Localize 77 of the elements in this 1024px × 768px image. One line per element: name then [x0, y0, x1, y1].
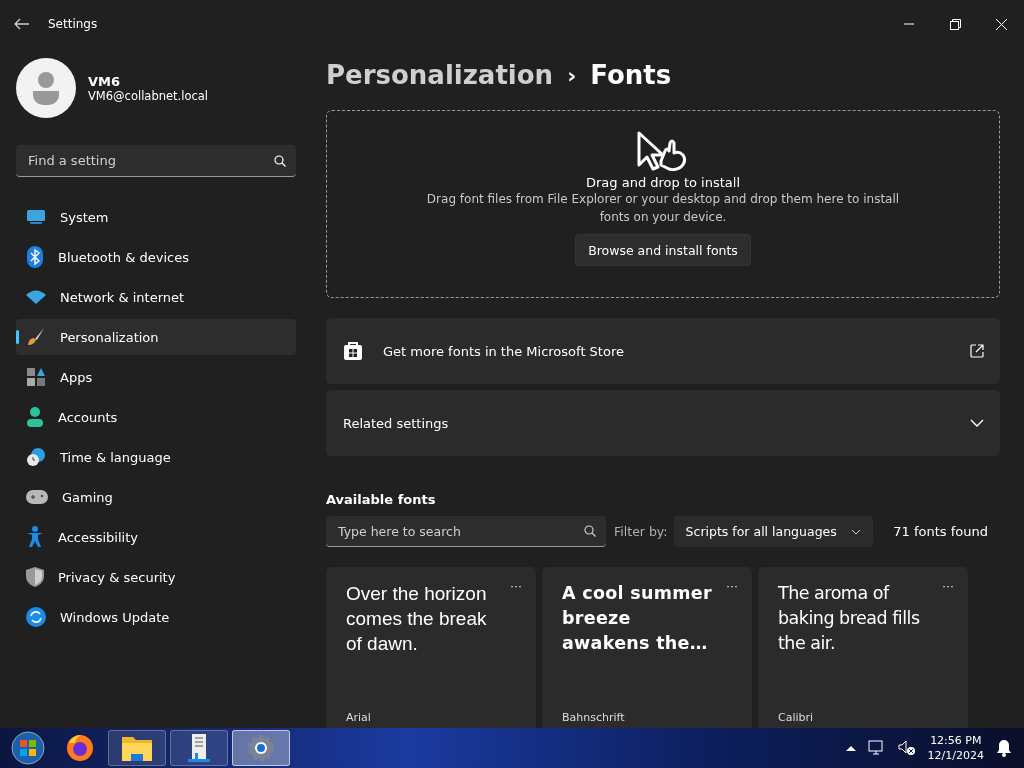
font-name: Bahnschrift	[562, 711, 626, 724]
dropzone-title: Drag and drop to install	[585, 175, 740, 190]
external-link-icon	[970, 344, 984, 358]
more-button[interactable]: ···	[506, 577, 526, 595]
nav-item[interactable]: Privacy & security	[16, 559, 296, 595]
globe-clock-icon	[26, 447, 46, 467]
nav-item[interactable]: Personalization	[16, 319, 296, 355]
accessibility-icon	[26, 526, 44, 548]
back-arrow-icon[interactable]	[14, 18, 30, 30]
font-card[interactable]: The aroma of baking bread fills the air. ··· Calibri	[758, 567, 968, 728]
breadcrumb-separator: ›	[567, 62, 577, 88]
update-icon	[26, 607, 46, 627]
more-button[interactable]: ···	[722, 577, 742, 595]
filter-dropdown[interactable]: Scripts for all languages	[673, 516, 873, 547]
volume-muted-icon[interactable]	[897, 740, 916, 756]
section-heading: Available fonts	[326, 492, 437, 507]
font-sample: A cool summer breeze awakens the…	[562, 582, 713, 655]
gamepad-icon	[26, 490, 48, 504]
nav-item[interactable]: Accessibility	[16, 519, 296, 555]
store-link-card[interactable]: Get more fonts in the Microsoft Store	[326, 318, 1000, 384]
nav-item[interactable]: Bluetooth & devices	[16, 239, 296, 275]
avatar	[16, 58, 76, 118]
search-input[interactable]: Type here to search	[336, 522, 584, 540]
chevron-down-icon	[850, 528, 861, 535]
font-card[interactable]: Over the horizon comes the break of dawn. ··· Arial	[326, 567, 536, 728]
font-search-field[interactable]: Type here to search	[326, 516, 606, 547]
shield-icon	[26, 567, 44, 587]
folder-icon	[121, 734, 153, 762]
close-icon	[995, 18, 1007, 30]
network-icon[interactable]	[867, 740, 886, 756]
start-button[interactable]	[11, 731, 45, 765]
brush-icon	[26, 327, 46, 347]
more-button[interactable]: ···	[938, 577, 958, 595]
font-name: Calibri	[778, 711, 815, 724]
font-card[interactable]: A cool summer breeze awakens the… ··· Bahnschrift	[542, 567, 752, 728]
search-icon	[274, 154, 286, 167]
font-sample: Over the horizon comes the break of dawn.	[346, 582, 488, 656]
monitor-icon	[26, 209, 46, 225]
font-name: Arial	[346, 711, 372, 724]
browse-button[interactable]: Browse and install fonts	[575, 234, 751, 266]
nav-item[interactable]: Accounts	[16, 399, 296, 435]
chevron-down-icon	[970, 419, 984, 427]
bell-icon[interactable]	[996, 739, 1012, 757]
nav-item[interactable]: Network & internet	[16, 279, 296, 315]
taskbar-app[interactable]	[170, 730, 228, 766]
clock[interactable]: 12:56 PM 12/1/2024	[927, 733, 984, 763]
dropzone-description: Drag font files from File Explorer or your desktop and drop them here to install fonts on your device.	[425, 191, 901, 226]
wifi-icon	[26, 289, 46, 305]
nav-item[interactable]: Windows Update	[16, 599, 296, 635]
breadcrumb-link[interactable]: Personalization	[326, 60, 554, 90]
related-settings-card[interactable]: Related settings	[326, 390, 1000, 456]
search-field[interactable]: Find a setting	[16, 145, 296, 177]
font-sample: The aroma of baking bread fills the air.	[778, 582, 921, 655]
window-title: Settings	[48, 17, 98, 31]
related-settings-label: Related settings	[343, 415, 450, 431]
nav-item[interactable]: System	[16, 199, 296, 235]
caret-up-icon[interactable]	[845, 745, 856, 751]
filter-label: Filter by:	[614, 524, 668, 539]
restore-icon	[949, 18, 961, 30]
store-icon	[343, 341, 363, 361]
firefox-icon	[65, 733, 95, 763]
user-email: VM6@collabnet.local	[88, 88, 209, 103]
bluetooth-icon	[26, 246, 44, 268]
search-input[interactable]: Find a setting	[26, 152, 274, 169]
user-name: VM6	[88, 73, 122, 89]
nav-item[interactable]: Time & language	[16, 439, 296, 475]
taskbar-app[interactable]	[108, 730, 166, 766]
nav-item[interactable]: Gaming	[16, 479, 296, 515]
gear-icon	[247, 734, 275, 762]
store-link-label: Get more fonts in the Microsoft Store	[383, 343, 625, 359]
fonts-count: 71 fonts found	[893, 524, 989, 539]
page-title: Fonts	[590, 60, 672, 90]
apps-icon	[26, 367, 46, 387]
nav-item[interactable]: Apps	[16, 359, 296, 395]
person-icon	[26, 407, 44, 427]
server-icon	[186, 733, 212, 763]
search-icon	[584, 525, 596, 537]
